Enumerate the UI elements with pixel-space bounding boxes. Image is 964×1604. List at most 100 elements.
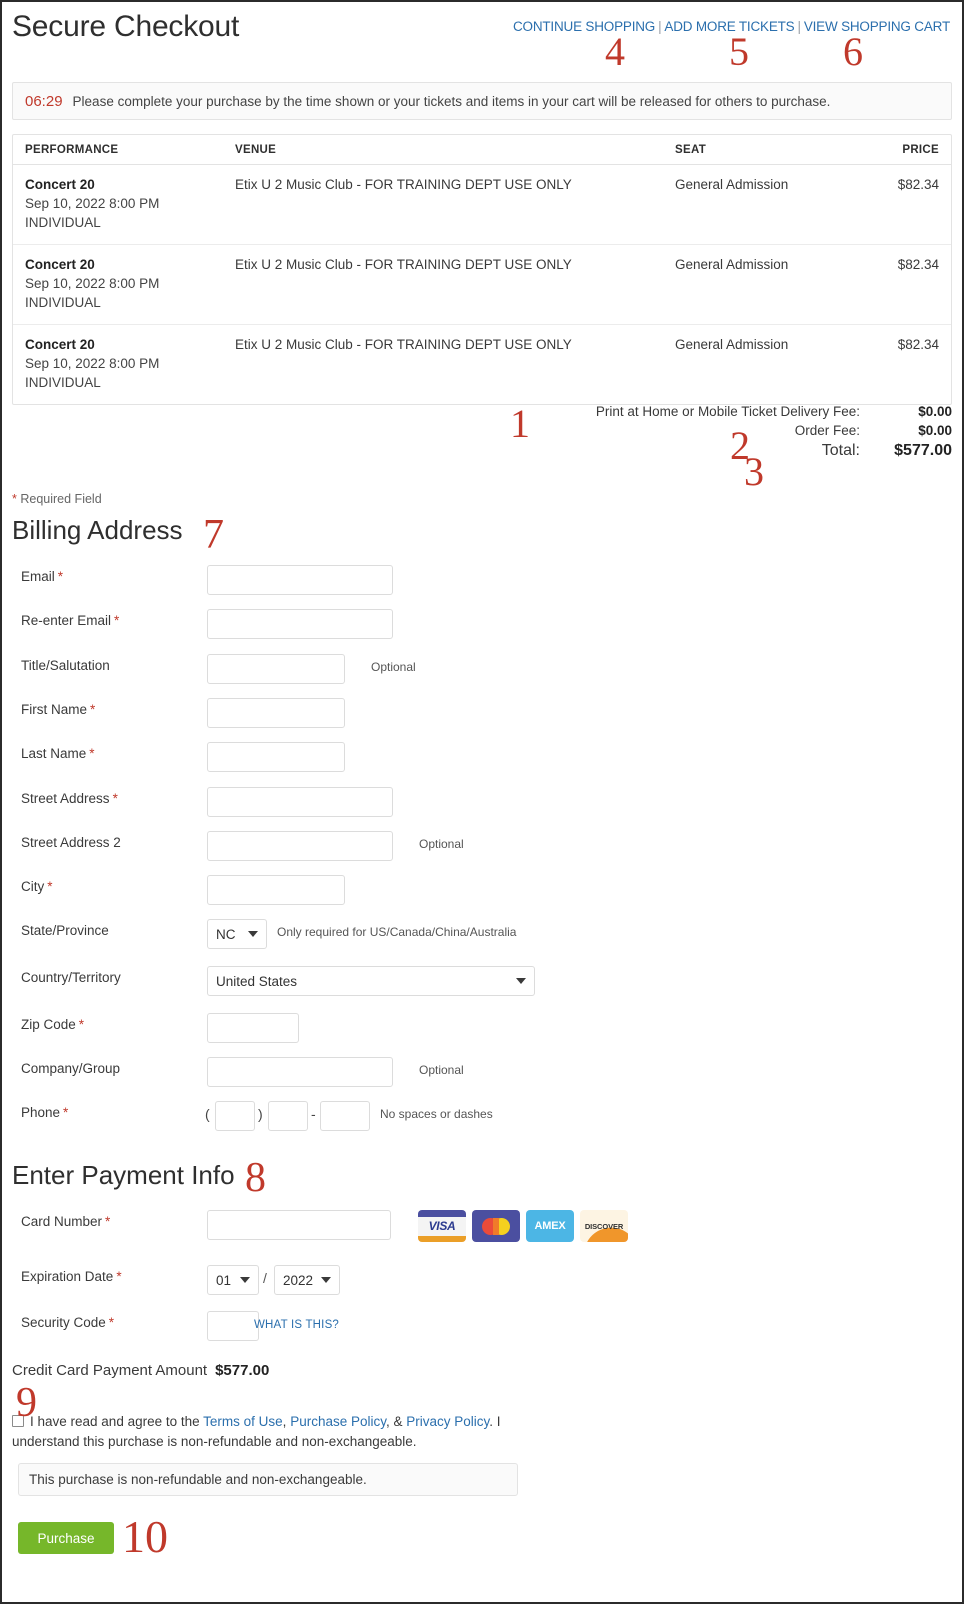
performance-name: Concert 20 [25,257,95,272]
performance-date: Sep 10, 2022 8:00 PM [25,276,160,291]
field-row-reenter-email: Re-enter Email * [12,609,952,639]
privacy-policy-link[interactable]: Privacy Policy [406,1414,489,1429]
country-territory-label: Country/Territory [21,970,121,985]
asterisk-icon: * [12,492,17,506]
zip-code-field[interactable] [207,1013,299,1043]
expiration-year-select[interactable]: 2022 [274,1265,340,1295]
cell-price: $82.34 [897,337,939,352]
country-territory-value: United States [216,973,298,989]
cell-venue: Etix U 2 Music Club - FOR TRAINING DEPT … [235,177,572,192]
continue-shopping-link[interactable]: CONTINUE SHOPPING [513,19,655,34]
annotation-number-10: 10 [122,1511,168,1562]
view-shopping-cart-link[interactable]: VIEW SHOPPING CART [804,19,950,34]
add-more-tickets-link[interactable]: ADD MORE TICKETS [664,19,794,34]
required-field-note: * Required Field [12,492,102,506]
phone-dash: - [311,1106,316,1122]
email-field[interactable] [207,565,393,595]
last-name-field[interactable] [207,742,345,772]
required-asterisk-icon: * [89,746,95,761]
security-code-field[interactable] [207,1311,259,1341]
terms-of-use-link[interactable]: Terms of Use [203,1414,283,1429]
header-nav-links: CONTINUE SHOPPING | ADD MORE TICKETS | VIEW … [513,19,950,34]
email-label: Email * [21,569,64,584]
order-fee-value: $0.00 [918,423,952,438]
phone-line-field[interactable] [320,1101,370,1131]
column-header-performance: PERFORMANCE [25,143,119,156]
security-code-label: Security Code * [21,1315,115,1330]
discover-logo-text: DISCOVER [584,1221,624,1231]
what-is-this-link[interactable]: WHAT IS THIS? [254,1319,339,1331]
phone-paren-close: ) [258,1106,263,1122]
title-salutation-hint: Optional [371,660,416,674]
agree-terms-checkbox[interactable] [12,1415,24,1427]
expiration-year-value: 2022 [283,1272,314,1288]
street-address-2-hint: Optional [419,837,464,851]
state-province-value: NC [216,926,236,942]
column-header-price: PRICE [902,143,939,156]
card-number-label: Card Number * [21,1214,111,1229]
page-header: Secure Checkout CONTINUE SHOPPING | ADD MO… [12,2,952,64]
cell-seat: General Admission [675,257,789,272]
street-address-field[interactable] [207,787,393,817]
chevron-down-icon [248,931,258,937]
field-row-first-name: First Name * [12,698,952,728]
company-group-label: Company/Group [21,1061,121,1076]
accepted-card-logos: VISA AMEX DISCOVER [418,1210,628,1242]
street-address-2-field[interactable] [207,831,393,861]
required-asterisk-icon: * [63,1105,69,1120]
required-asterisk-icon: * [47,879,53,894]
cell-venue: Etix U 2 Music Club - FOR TRAINING DEPT … [235,257,572,272]
card-number-field[interactable] [207,1210,391,1240]
ticket-summary-table: PERFORMANCE VENUE SEAT PRICE Concert 20 … [12,134,952,405]
required-field-text: Required Field [20,492,102,506]
purchase-policy-link[interactable]: Purchase Policy [290,1414,386,1429]
table-header-row: PERFORMANCE VENUE SEAT PRICE [13,135,951,165]
column-header-seat: SEAT [675,143,707,156]
page-title: Secure Checkout [12,10,240,43]
required-asterisk-icon: * [78,1017,85,1032]
field-row-security-code: Security Code * [12,1311,952,1341]
required-asterisk-icon: * [108,1315,115,1330]
order-totals: Print at Home or Mobile Ticket Delivery … [12,404,952,464]
title-salutation-field[interactable] [207,654,345,684]
cell-performance: Concert 20 Sep 10, 2022 8:00 PM INDIVIDU… [25,337,235,390]
cell-venue: Etix U 2 Music Club - FOR TRAINING DEPT … [235,337,572,352]
table-row: Concert 20 Sep 10, 2022 8:00 PM INDIVIDU… [13,245,951,325]
order-fee-row: Order Fee: $0.00 [12,423,952,438]
reenter-email-field[interactable] [207,609,393,639]
first-name-field[interactable] [207,698,345,728]
table-row: Concert 20 Sep 10, 2022 8:00 PM INDIVIDU… [13,325,951,404]
company-group-hint: Optional [419,1063,464,1077]
total-label: Total: [821,442,860,459]
credit-card-payment-amount: Credit Card Payment Amount $577.00 [12,1362,269,1379]
agreement-prefix-text: I have read and agree to the [30,1414,204,1429]
performance-name: Concert 20 [25,177,95,192]
chevron-down-icon [321,1277,332,1283]
performance-type: INDIVIDUAL [25,295,101,310]
annotation-number-8: 8 [245,1155,266,1201]
cell-performance: Concert 20 Sep 10, 2022 8:00 PM INDIVIDU… [25,257,235,310]
expiration-month-select[interactable]: 01 [207,1265,259,1295]
company-group-field[interactable] [207,1057,393,1087]
field-row-city: City * [12,875,952,905]
country-territory-select[interactable]: United States [207,966,535,996]
field-row-zip: Zip Code * [12,1013,952,1043]
last-name-label: Last Name * [21,746,95,761]
performance-type: INDIVIDUAL [25,215,101,230]
performance-type: INDIVIDUAL [25,375,101,390]
purchase-button[interactable]: Purchase [18,1522,114,1554]
city-field[interactable] [207,875,345,905]
state-province-hint: Only required for US/Canada/China/Austra… [277,925,517,939]
phone-area-code-field[interactable] [215,1101,255,1131]
chevron-down-icon [240,1277,250,1283]
title-salutation-label: Title/Salutation [21,658,110,673]
field-row-company: Company/Group Optional [12,1057,952,1087]
field-row-email: Email * [12,565,952,595]
non-refundable-notice-text: This purchase is non-refundable and non-… [29,1472,367,1487]
cell-performance: Concert 20 Sep 10, 2022 8:00 PM INDIVIDU… [25,177,235,230]
state-province-select[interactable]: NC [207,919,267,949]
phone-prefix-field[interactable] [268,1101,308,1131]
delivery-fee-label: Print at Home or Mobile Ticket Delivery … [595,404,860,419]
required-asterisk-icon: * [57,569,64,584]
performance-date: Sep 10, 2022 8:00 PM [25,196,160,211]
